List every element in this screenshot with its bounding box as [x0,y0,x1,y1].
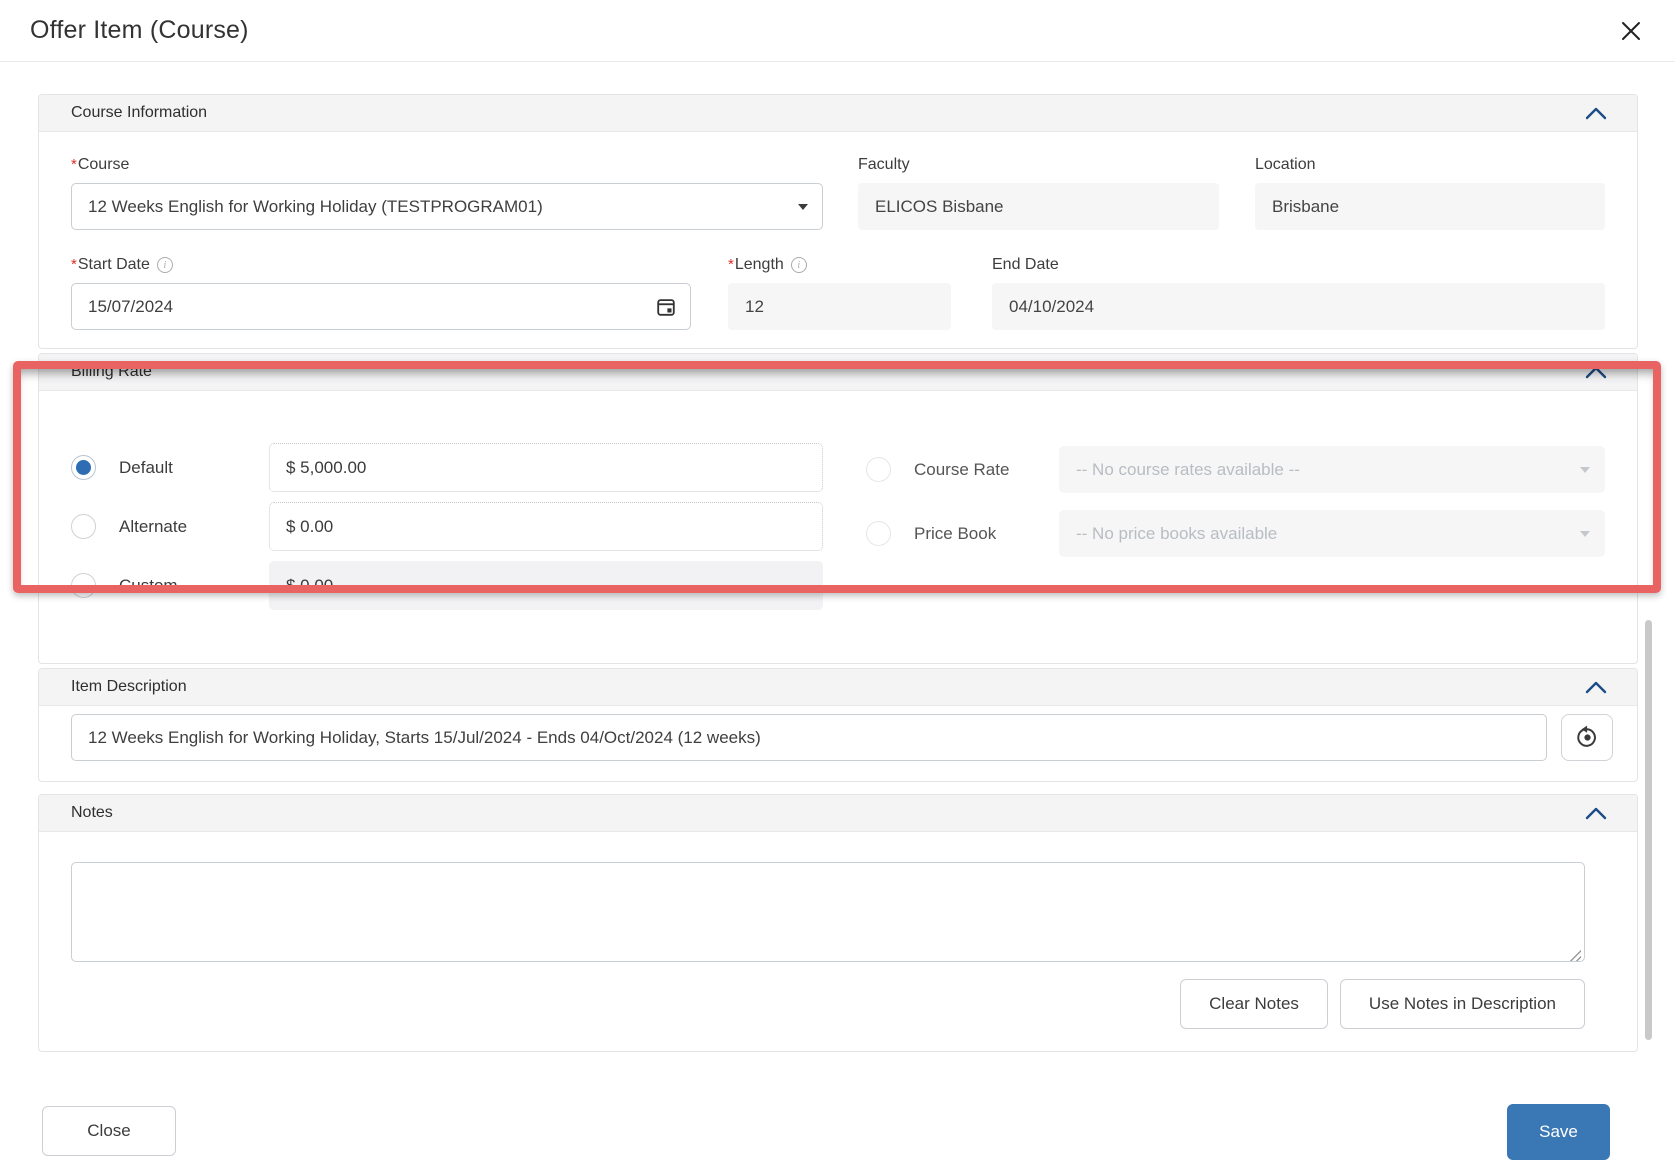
panel-billing-rate: Billing Rate Default Alternate [38,353,1638,664]
alternate-rate-input[interactable] [269,502,823,551]
radio-button-icon[interactable] [71,455,96,480]
info-icon: i [790,257,807,273]
chevron-up-icon[interactable] [1585,680,1607,694]
modal-title: Offer Item (Course) [30,16,249,44]
radio-default[interactable]: Default [71,455,269,480]
dropdown-caret-icon [798,203,808,210]
end-date-field [992,283,1605,330]
radio-button-icon[interactable] [71,573,96,598]
close-icon[interactable] [1615,15,1647,47]
course-select[interactable]: 12 Weeks English for Working Holiday (TE… [71,183,823,230]
save-button[interactable]: Save [1507,1104,1610,1160]
course-select-value: 12 Weeks English for Working Holiday (TE… [88,196,543,216]
course-rate-select: -- No course rates available -- [1059,446,1605,493]
vertical-scrollbar-thumb[interactable] [1645,620,1652,1040]
item-description-header[interactable]: Item Description [39,669,1637,706]
length-label: *Length i [728,256,951,274]
chevron-up-icon[interactable] [1585,365,1607,379]
radio-button-icon[interactable] [71,514,96,539]
modal-body: Course Information *Course 12 Weeks Engl… [0,62,1675,1052]
length-field [728,283,951,330]
notes-body: Clear Notes Use Notes in Description [39,832,1637,1051]
use-notes-in-description-button[interactable]: Use Notes in Description [1339,979,1585,1029]
item-description-input[interactable] [71,714,1547,761]
billing-rate-header[interactable]: Billing Rate [39,354,1637,391]
clear-notes-button[interactable]: Clear Notes [1180,979,1328,1029]
course-label: *Course [71,156,130,173]
radio-course-rate[interactable]: Course Rate [866,457,1059,482]
notes-header[interactable]: Notes [39,795,1637,832]
radio-button-icon[interactable] [866,457,891,482]
end-date-label: End Date [992,256,1059,273]
chevron-up-icon[interactable] [1585,806,1607,820]
custom-rate-input [269,561,823,610]
chevron-up-icon[interactable] [1585,106,1607,120]
course-information-title: Course Information [71,104,208,121]
faculty-field [858,183,1219,230]
restore-description-button[interactable] [1561,714,1613,761]
default-rate-input[interactable] [269,443,823,492]
info-icon: i [156,257,173,273]
faculty-label: Faculty [858,156,910,173]
item-description-body [39,706,1637,781]
radio-price-book[interactable]: Price Book [866,521,1059,546]
dropdown-caret-icon [1580,466,1590,473]
course-information-body: *Course 12 Weeks English for Working Hol… [39,132,1637,348]
calendar-icon[interactable] [655,296,677,318]
billing-rate-title: Billing Rate [71,363,152,380]
close-button[interactable]: Close [42,1106,176,1156]
dropdown-caret-icon [1580,530,1590,537]
radio-custom[interactable]: Custom [71,573,269,598]
panel-notes: Notes Clear Notes Use Notes in Descripti… [38,794,1638,1052]
panel-course-information: Course Information *Course 12 Weeks Engl… [38,94,1638,349]
location-label: Location [1255,156,1316,173]
start-date-input[interactable] [71,283,691,330]
radio-button-icon[interactable] [866,521,891,546]
notes-title: Notes [71,804,113,821]
restore-description-icon [1575,724,1600,752]
item-description-title: Item Description [71,678,187,695]
course-information-header[interactable]: Course Information [39,95,1637,132]
location-field [1255,183,1605,230]
radio-alternate[interactable]: Alternate [71,514,269,539]
modal-header: Offer Item (Course) [0,0,1675,62]
start-date-label: *Start Date i [71,256,691,274]
price-book-select: -- No price books available [1059,510,1605,557]
billing-rate-body: Default Alternate Custom [39,391,1637,663]
panel-item-description: Item Description [38,668,1638,782]
notes-textarea[interactable] [71,862,1585,962]
